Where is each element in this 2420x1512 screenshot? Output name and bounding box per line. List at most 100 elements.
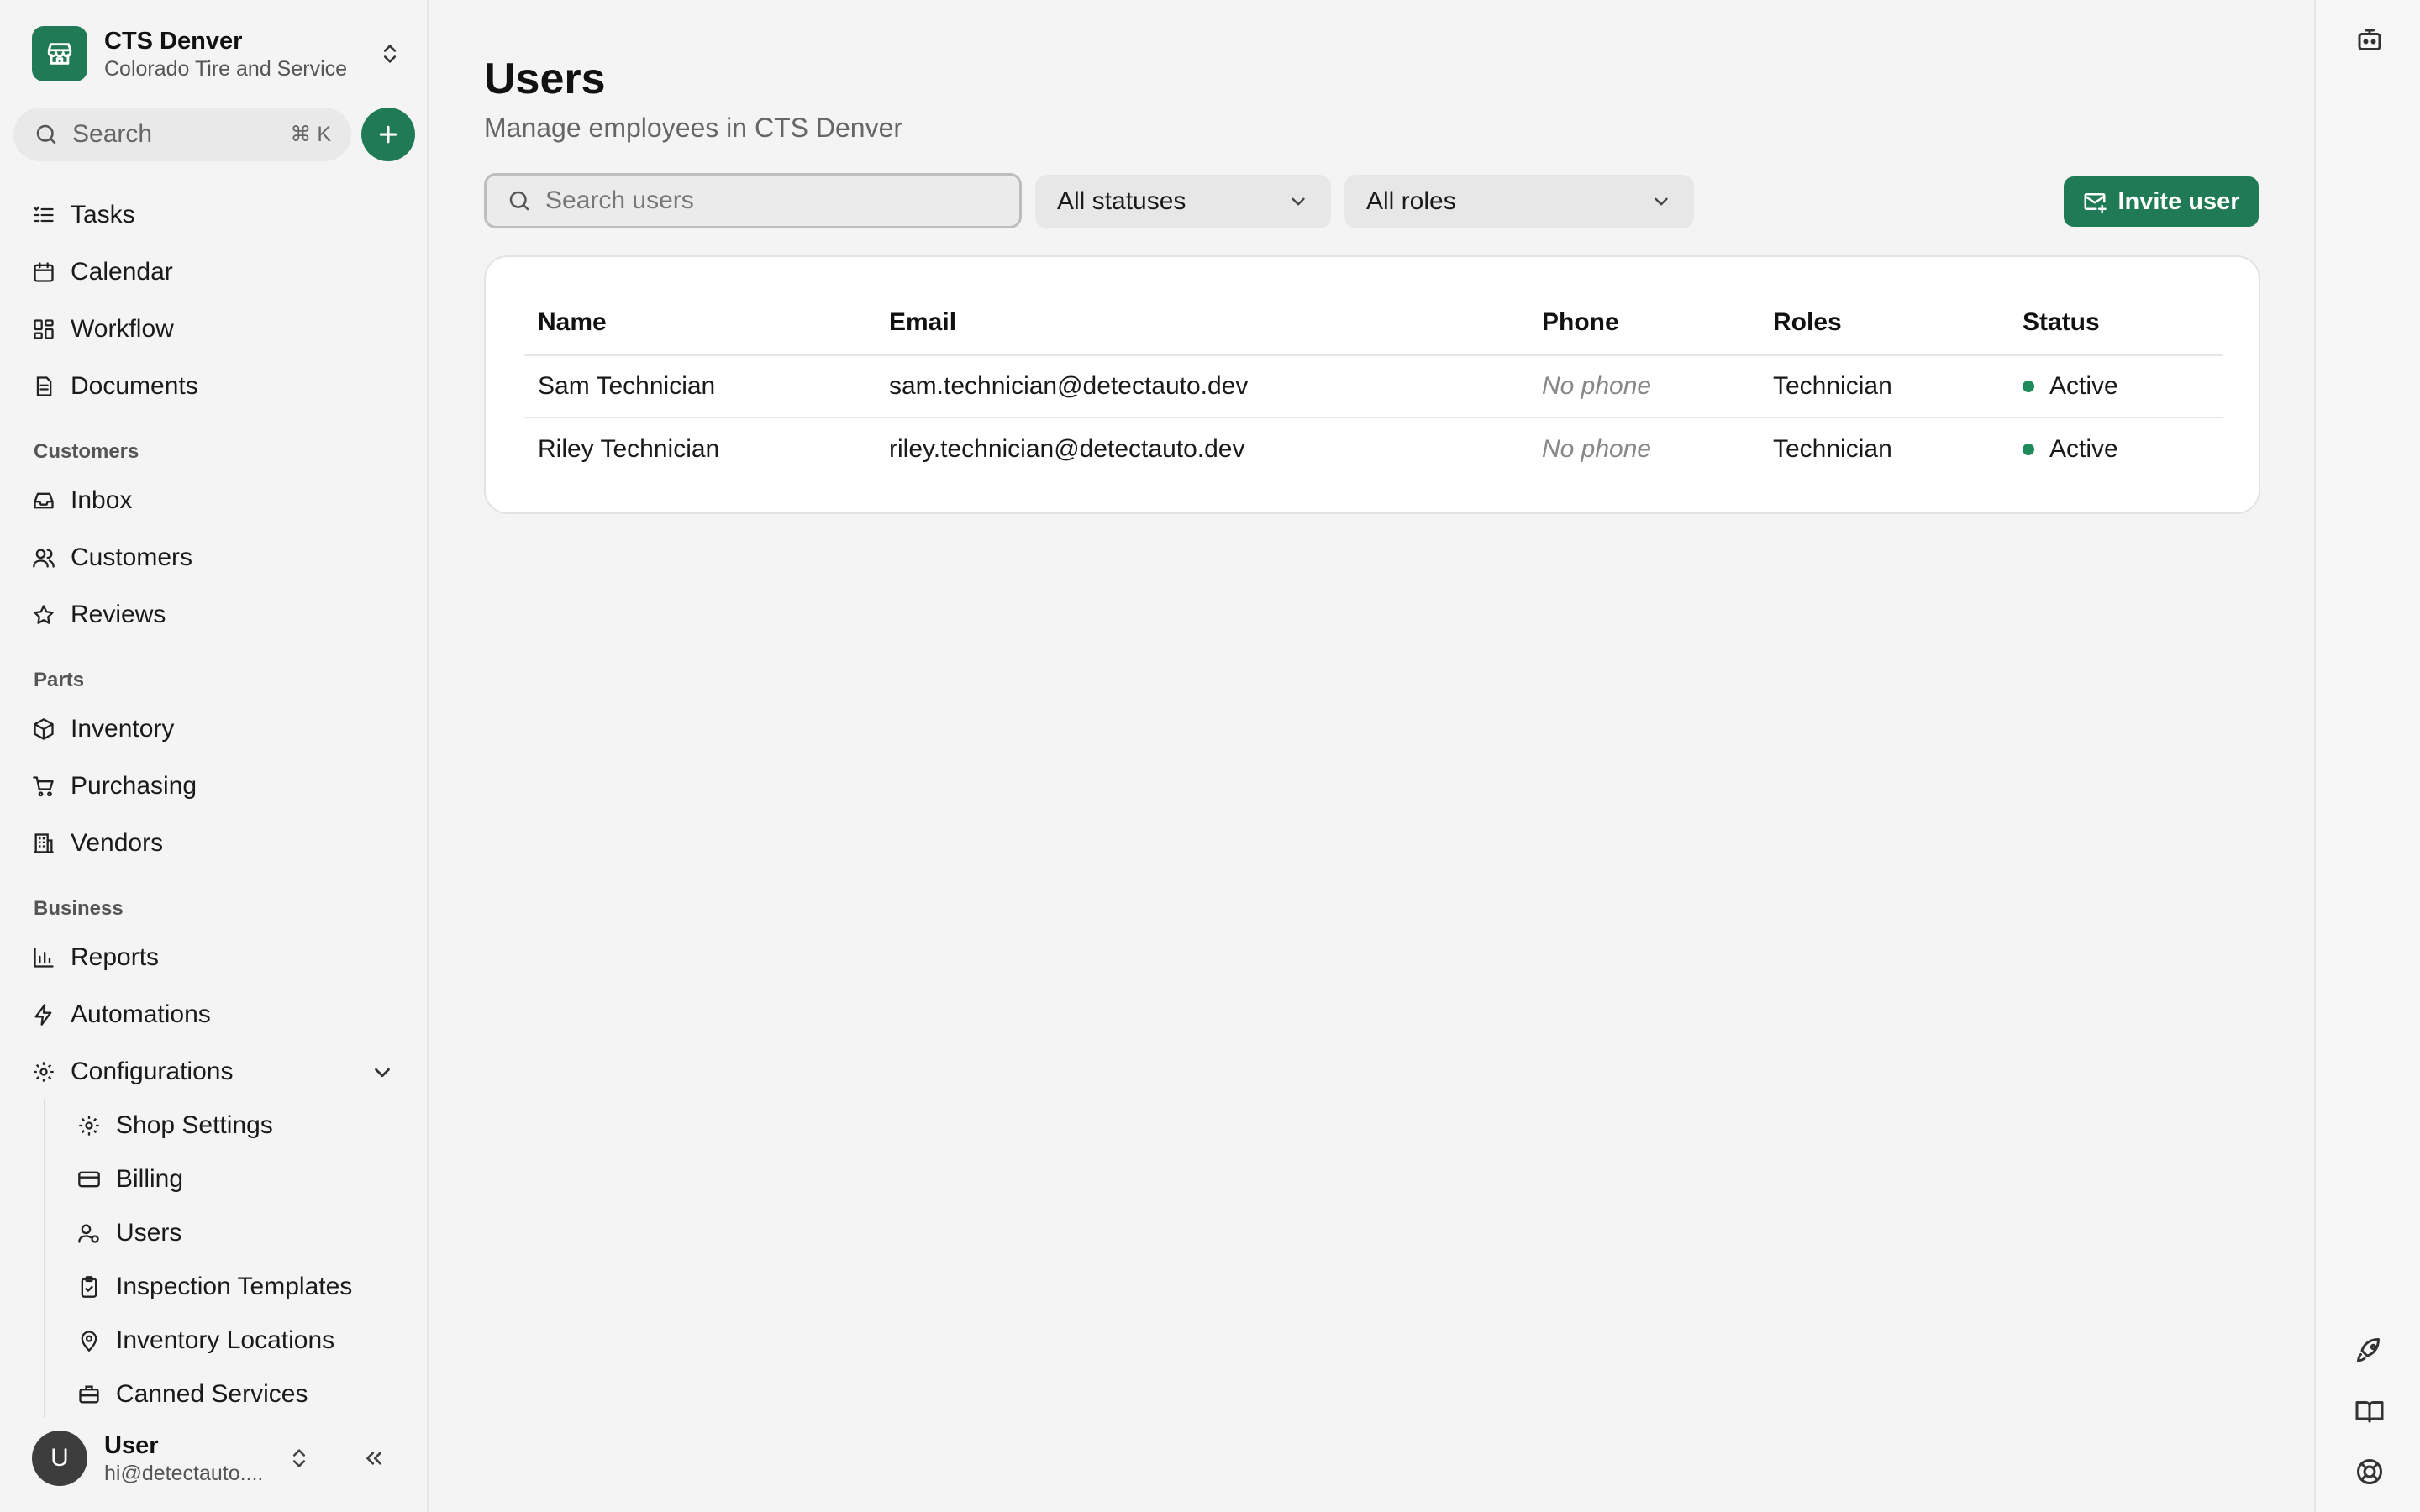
book-icon[interactable]: [2354, 1396, 2385, 1426]
main-content: Users Manage employees in CTS Denver All…: [430, 0, 2314, 1512]
collapse-sidebar-icon[interactable]: [361, 1446, 387, 1471]
customers-icon: [30, 544, 57, 571]
workflow-icon: [30, 316, 57, 343]
search-users-input[interactable]: [545, 186, 982, 215]
sidebar-item-vendors[interactable]: Vendors: [30, 820, 163, 867]
sidebar-item-label: Tasks: [71, 201, 135, 228]
building-icon: [30, 830, 57, 857]
avatar: U: [32, 1431, 87, 1486]
search-icon: [36, 124, 56, 144]
submenu-guide-line: [44, 1099, 45, 1418]
rocket-icon[interactable]: [2354, 1336, 2385, 1366]
chevron-down-icon[interactable]: [370, 1060, 395, 1085]
org-subtitle: Colorado Tire and Service: [104, 57, 348, 81]
sidebar-item-label: Canned Services: [116, 1380, 308, 1408]
mail-plus-icon: [2084, 193, 2107, 213]
sidebar-item-inventory-locations[interactable]: Inventory Locations: [76, 1317, 334, 1364]
users-table: Name Email Phone Roles Status Sam Techni…: [484, 255, 2260, 514]
store-icon: [32, 26, 87, 81]
sidebar-item-inspection-templates[interactable]: Inspection Templates: [76, 1263, 352, 1310]
right-rail: [2314, 0, 2420, 1512]
table-row[interactable]: Riley Technician riley.technician@detect…: [524, 418, 2223, 480]
cart-icon: [30, 773, 57, 800]
sidebar-item-purchasing[interactable]: Purchasing: [30, 763, 197, 810]
user-email-cell: riley.technician@detectauto.dev: [889, 435, 1245, 463]
sidebar-item-label: Purchasing: [71, 772, 197, 800]
page-title: Users: [484, 55, 606, 103]
roles-filter-value: All roles: [1366, 187, 1456, 215]
sidebar-item-label: Inventory: [71, 715, 175, 743]
sidebar-item-label: Billing: [116, 1165, 184, 1193]
sidebar-item-label: Vendors: [71, 829, 164, 857]
sidebar-item-label: Inspection Templates: [116, 1273, 353, 1300]
sidebar-item-inbox[interactable]: Inbox: [30, 477, 132, 524]
gear-icon: [76, 1112, 103, 1139]
column-header-roles[interactable]: Roles: [1773, 308, 1842, 337]
status-text: Active: [2049, 372, 2118, 400]
sidebar-item-label: Configurations: [71, 1058, 234, 1085]
search-label: Search: [72, 120, 153, 148]
user-menu[interactable]: U User hi@detectauto....: [32, 1428, 402, 1488]
invite-user-button[interactable]: Invite user: [2064, 176, 2259, 227]
sidebar-item-inventory[interactable]: Inventory: [30, 706, 174, 753]
status-text: Active: [2049, 435, 2118, 463]
sidebar-item-label: Shop Settings: [116, 1111, 273, 1139]
status-dot: [2023, 444, 2034, 455]
column-header-name[interactable]: Name: [538, 308, 607, 337]
chart-icon: [30, 944, 57, 971]
user-roles-cell: Technician: [1773, 435, 1892, 463]
sidebar-item-tasks[interactable]: Tasks: [30, 192, 135, 239]
sidebar-item-reviews[interactable]: Reviews: [30, 591, 166, 638]
sidebar-item-calendar[interactable]: Calendar: [30, 249, 173, 296]
org-name: CTS Denver: [104, 28, 243, 55]
user-icon: [76, 1220, 103, 1247]
column-header-phone[interactable]: Phone: [1542, 308, 1619, 337]
user-search-field[interactable]: [484, 173, 1022, 228]
sidebar-item-label: Automations: [71, 1000, 211, 1028]
help-lifebuoy-icon[interactable]: [2354, 1457, 2385, 1487]
add-button[interactable]: [361, 108, 415, 161]
sidebar-item-reports[interactable]: Reports: [30, 934, 159, 981]
user-email-cell: sam.technician@detectauto.dev: [889, 372, 1249, 400]
star-icon: [30, 601, 57, 628]
briefcase-icon: [76, 1381, 103, 1408]
user-phone-cell: No phone: [1542, 372, 1652, 400]
clipboard-icon: [76, 1273, 103, 1300]
table-row[interactable]: Sam Technician sam.technician@detectauto…: [524, 356, 2223, 418]
sidebar-item-label: Workflow: [71, 315, 174, 343]
sidebar-item-configurations[interactable]: Configurations: [30, 1048, 233, 1095]
sidebar-item-users[interactable]: Users: [76, 1210, 182, 1257]
bot-icon[interactable]: [2354, 25, 2385, 55]
user-phone-cell: No phone: [1542, 435, 1652, 463]
user-roles-cell: Technician: [1773, 372, 1892, 400]
roles-filter-select[interactable]: All roles: [1344, 175, 1694, 228]
section-heading-parts: Parts: [34, 669, 85, 691]
sidebar-item-label: Inventory Locations: [116, 1326, 335, 1354]
sidebar-item-shop-settings[interactable]: Shop Settings: [76, 1102, 273, 1149]
column-header-status[interactable]: Status: [2023, 308, 2100, 337]
sidebar-item-workflow[interactable]: Workflow: [30, 306, 174, 353]
sidebar-item-label: Reviews: [71, 601, 166, 628]
sidebar-item-label: Customers: [71, 543, 193, 571]
global-search[interactable]: Search ⌘ K: [13, 108, 351, 161]
sidebar-item-label: Users: [116, 1219, 182, 1247]
sidebar-item-documents[interactable]: Documents: [30, 363, 198, 410]
map-pin-icon: [76, 1327, 103, 1354]
sidebar-item-label: Documents: [71, 372, 198, 400]
org-switcher[interactable]: CTS Denver Colorado Tire and Service: [32, 24, 402, 84]
sidebar-item-canned-services[interactable]: Canned Services: [76, 1371, 308, 1418]
calendar-icon: [30, 259, 57, 286]
section-heading-customers: Customers: [34, 440, 139, 463]
user-name: User: [104, 1432, 159, 1459]
search-shortcut: ⌘ K: [290, 123, 331, 146]
chevron-up-down-icon[interactable]: [287, 1446, 311, 1470]
chevron-down-icon: [1292, 197, 1305, 206]
credit-card-icon: [76, 1166, 103, 1193]
column-header-email[interactable]: Email: [889, 308, 956, 337]
sidebar-item-automations[interactable]: Automations: [30, 991, 211, 1038]
search-icon: [509, 191, 529, 211]
status-filter-select[interactable]: All statuses: [1035, 175, 1331, 228]
sidebar: CTS Denver Colorado Tire and Service Sea…: [0, 0, 429, 1512]
sidebar-item-customers[interactable]: Customers: [30, 534, 192, 581]
sidebar-item-billing[interactable]: Billing: [76, 1156, 183, 1203]
